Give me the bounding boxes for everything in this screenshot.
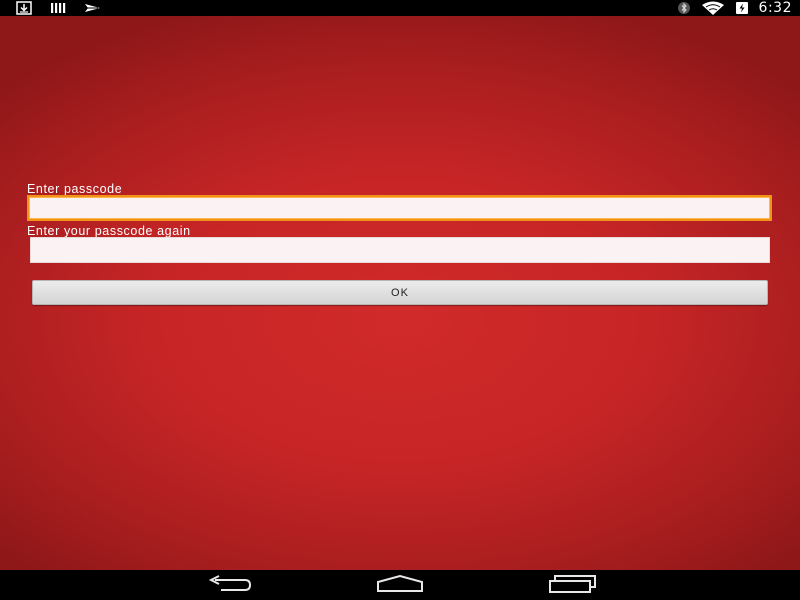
notification-icons bbox=[16, 1, 102, 15]
bluetooth-icon bbox=[677, 1, 691, 15]
status-bar: 6:32 bbox=[0, 0, 800, 16]
passcode-input[interactable] bbox=[27, 195, 772, 221]
passcode-label: Enter passcode bbox=[27, 182, 123, 196]
status-clock: 6:32 bbox=[758, 0, 792, 16]
confirm-passcode-label: Enter your passcode again bbox=[27, 224, 191, 238]
ok-button[interactable]: OK bbox=[32, 280, 768, 305]
home-button[interactable] bbox=[374, 574, 426, 598]
signal-bars-notification-icon bbox=[50, 1, 68, 15]
system-icons: 6:32 bbox=[677, 0, 792, 16]
recents-button[interactable] bbox=[546, 574, 598, 599]
battery-charging-icon bbox=[735, 1, 749, 15]
screen: 6:32 Enter passcode Enter your passcode … bbox=[0, 0, 800, 600]
recents-icon bbox=[547, 574, 597, 599]
wifi-icon bbox=[701, 1, 725, 15]
back-button[interactable] bbox=[203, 574, 255, 598]
navigation-bar bbox=[0, 570, 800, 600]
download-notification-icon bbox=[16, 1, 34, 15]
send-notification-icon bbox=[84, 1, 102, 15]
back-icon bbox=[205, 574, 253, 598]
home-icon bbox=[375, 574, 425, 598]
confirm-passcode-input[interactable] bbox=[30, 237, 770, 263]
passcode-screen: Enter passcode Enter your passcode again… bbox=[0, 16, 800, 570]
